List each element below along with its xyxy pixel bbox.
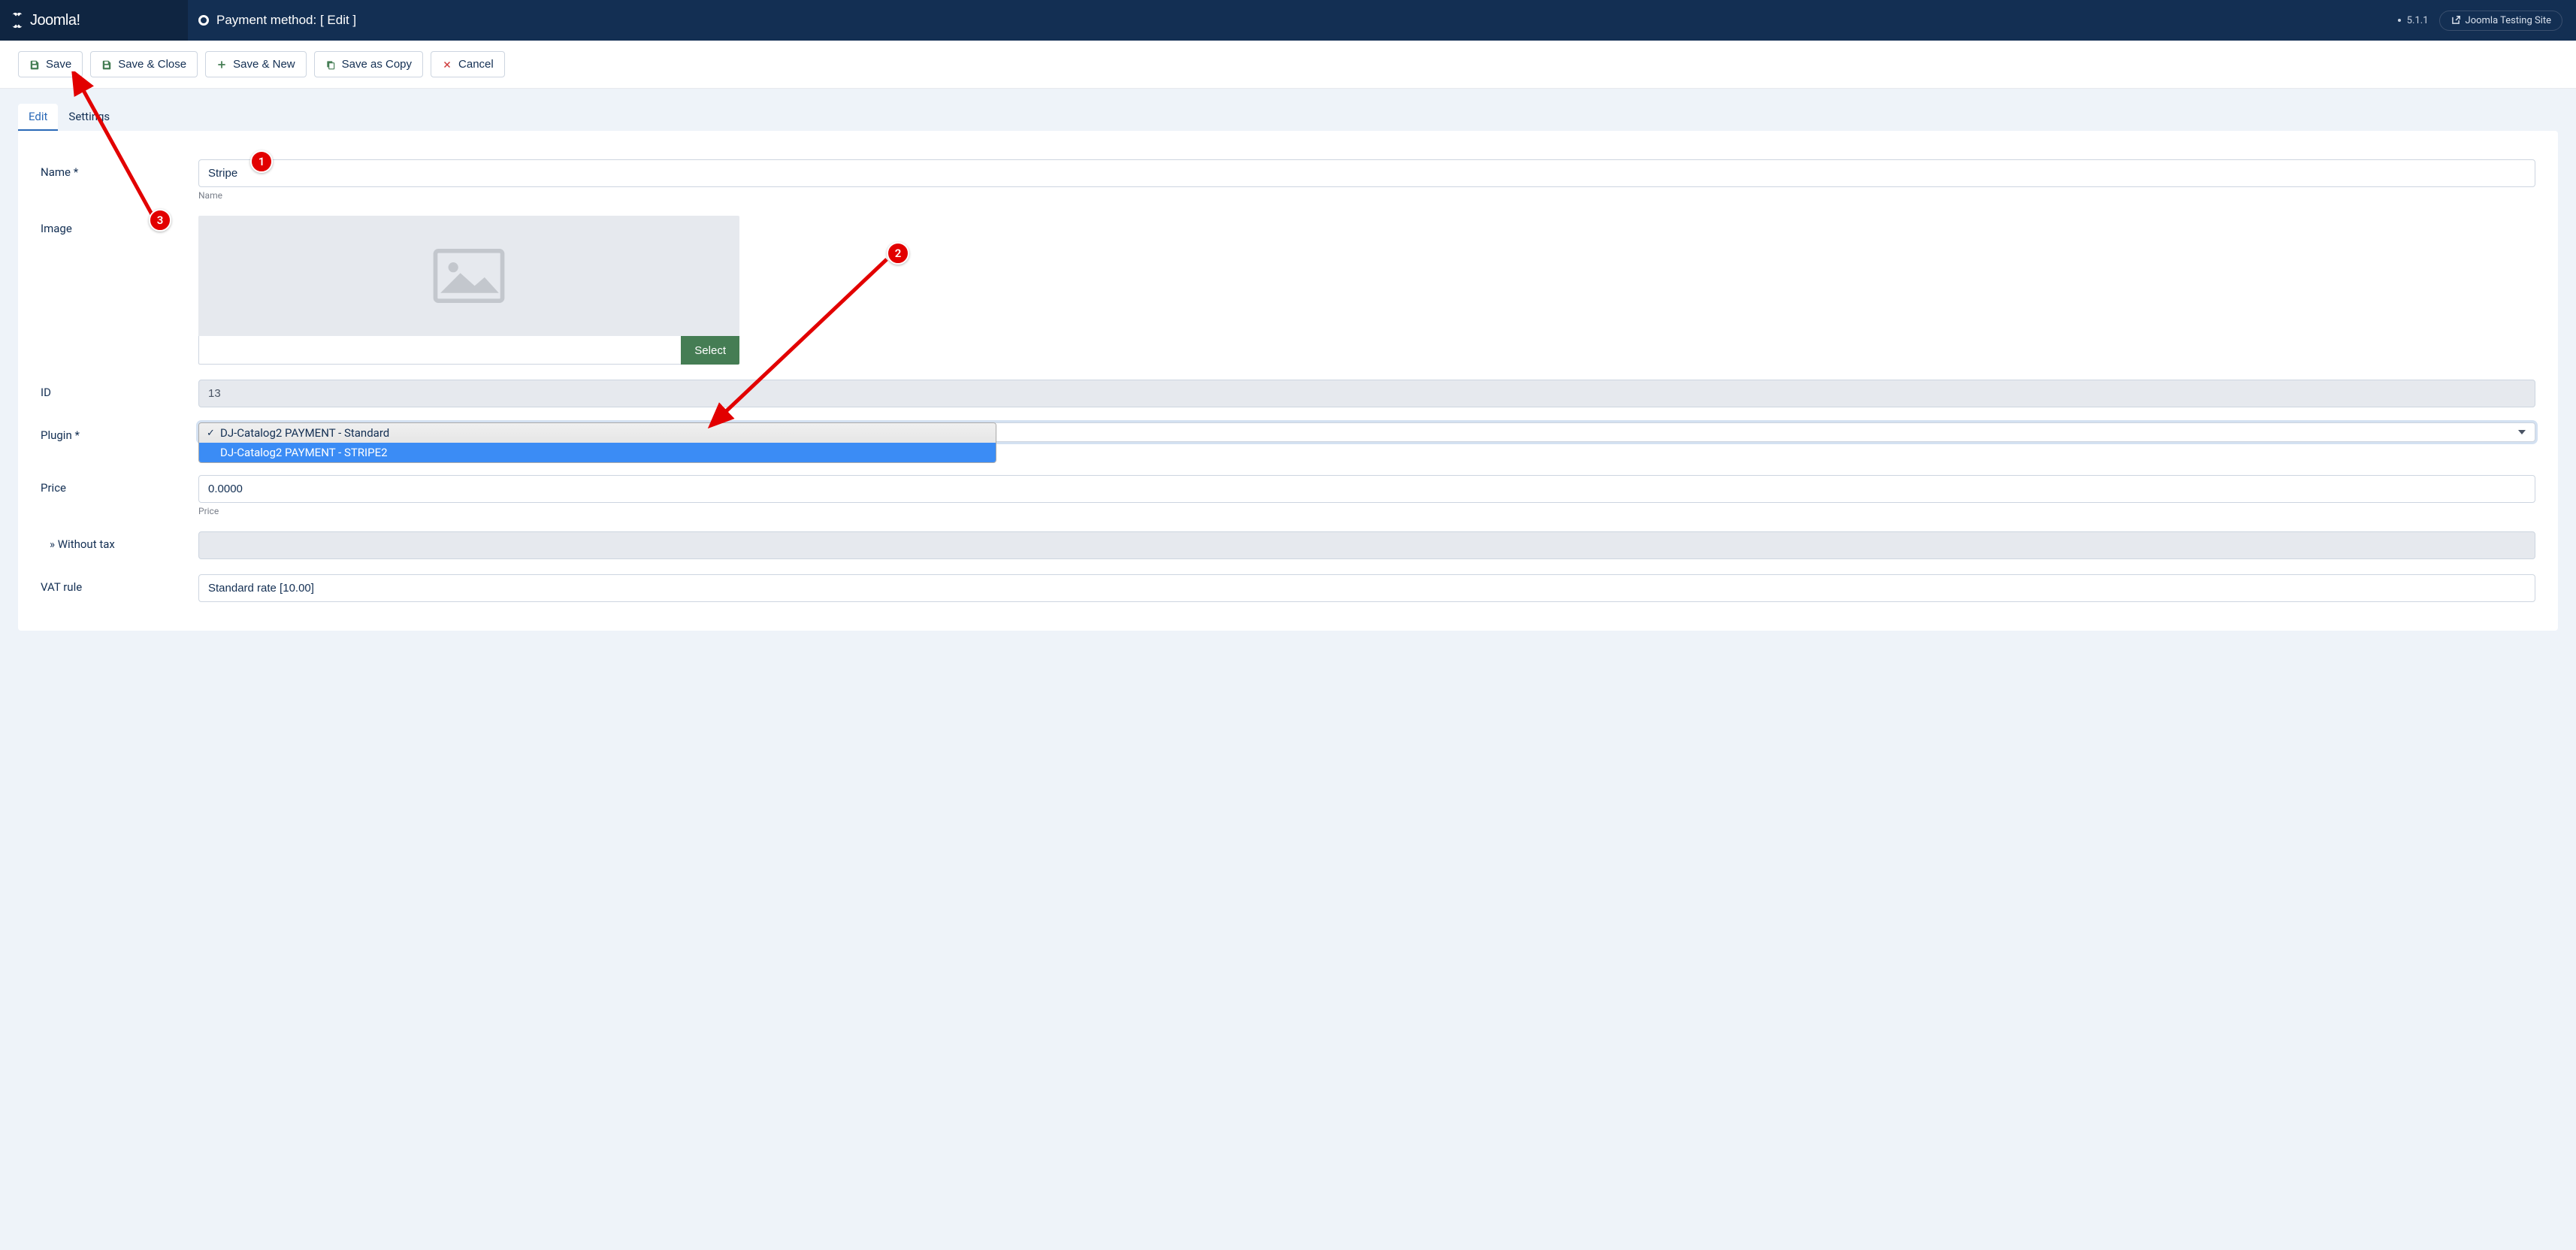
version-badge[interactable]: 5.1.1 <box>2395 15 2429 26</box>
edit-panel: Name * Name Image Select ID <box>18 131 2558 631</box>
without-tax-label: » Without tax <box>41 531 198 551</box>
id-input <box>198 380 2535 407</box>
image-label: Image <box>41 216 198 235</box>
save-icon <box>101 59 112 70</box>
copy-icon <box>325 59 336 70</box>
joomla-small-icon <box>2395 16 2404 25</box>
name-input[interactable] <box>198 159 2535 187</box>
site-link-label: Joomla Testing Site <box>2466 15 2551 26</box>
plugin-dropdown: ✓ DJ-Catalog2 PAYMENT - Standard DJ-Cata… <box>198 422 996 463</box>
tab-edit[interactable]: Edit <box>18 104 58 131</box>
chevron-down-icon <box>2518 430 2526 434</box>
external-link-icon <box>2451 15 2461 26</box>
image-placeholder-icon <box>433 249 505 303</box>
price-label: Price <box>41 475 198 495</box>
record-icon <box>198 15 209 26</box>
image-select-row: Select <box>198 336 739 365</box>
save-close-label: Save & Close <box>118 58 186 71</box>
tabs: Edit Settings <box>18 104 2558 131</box>
price-helper: Price <box>198 506 2535 516</box>
id-label: ID <box>41 380 198 399</box>
plugin-select-wrap: ✓ DJ-Catalog2 PAYMENT - Standard DJ-Cata… <box>198 422 2535 442</box>
save-close-button[interactable]: Save & Close <box>90 51 198 77</box>
brand-area: Joomla! <box>0 0 188 41</box>
title-area: Payment method: [ Edit ] <box>188 13 356 28</box>
toolbar: Save Save & Close Save & New Save as Cop… <box>0 41 2576 89</box>
plugin-label: Plugin * <box>41 422 198 442</box>
image-path-input[interactable] <box>198 336 681 365</box>
row-plugin: Plugin * ✓ DJ-Catalog2 PAYMENT - Standar… <box>41 415 2535 449</box>
cancel-button[interactable]: Cancel <box>431 51 505 77</box>
content-area: Edit Settings Name * Name Image Select <box>0 89 2576 1250</box>
name-label: Name * <box>41 159 198 179</box>
plugin-option-stripe2[interactable]: DJ-Catalog2 PAYMENT - STRIPE2 <box>199 443 996 462</box>
brand-logo: Joomla! <box>9 12 80 29</box>
image-preview <box>198 216 739 336</box>
image-select-label: Select <box>694 344 726 357</box>
version-text: 5.1.1 <box>2407 15 2429 26</box>
row-image: Image Select <box>41 208 2535 372</box>
save-copy-label: Save as Copy <box>342 58 412 71</box>
cancel-label: Cancel <box>458 58 494 71</box>
check-icon: ✓ <box>207 428 216 439</box>
tab-settings-label: Settings <box>68 110 110 123</box>
row-vat: VAT rule <box>41 567 2535 610</box>
price-input[interactable] <box>198 475 2535 503</box>
save-icon <box>29 59 40 70</box>
vat-label: VAT rule <box>41 574 198 594</box>
page-title: Payment method: [ Edit ] <box>216 13 356 28</box>
joomla-icon <box>9 12 26 29</box>
site-link-button[interactable]: Joomla Testing Site <box>2439 11 2562 31</box>
without-tax-input <box>198 531 2535 559</box>
save-label: Save <box>46 58 71 71</box>
vat-select[interactable] <box>198 574 2535 602</box>
plugin-option-stripe2-label: DJ-Catalog2 PAYMENT - STRIPE2 <box>220 446 388 459</box>
brand-text: Joomla! <box>30 12 80 29</box>
plugin-option-standard-label: DJ-Catalog2 PAYMENT - Standard <box>220 426 389 440</box>
save-new-label: Save & New <box>233 58 295 71</box>
row-without-tax: » Without tax <box>41 524 2535 567</box>
close-icon <box>442 59 452 70</box>
plus-icon <box>216 59 227 70</box>
row-price: Price Price <box>41 468 2535 524</box>
name-helper: Name <box>198 190 2535 201</box>
top-bar: Joomla! Payment method: [ Edit ] 5.1.1 J… <box>0 0 2576 41</box>
row-id: ID <box>41 372 2535 415</box>
tab-edit-label: Edit <box>29 110 47 123</box>
plugin-option-standard[interactable]: ✓ DJ-Catalog2 PAYMENT - Standard <box>199 423 996 443</box>
tab-settings[interactable]: Settings <box>58 104 120 131</box>
save-new-button[interactable]: Save & New <box>205 51 307 77</box>
row-name: Name * Name <box>41 152 2535 208</box>
topbar-right: 5.1.1 Joomla Testing Site <box>2395 11 2576 31</box>
image-select-button[interactable]: Select <box>681 336 739 365</box>
save-button[interactable]: Save <box>18 51 83 77</box>
save-copy-button[interactable]: Save as Copy <box>314 51 423 77</box>
